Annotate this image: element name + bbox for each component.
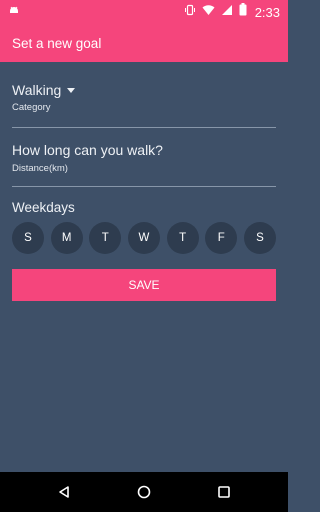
distance-field: How long can you walk? Distance(km) — [12, 142, 276, 174]
category-field: Walking Category — [12, 82, 276, 113]
page-title: Set a new goal — [12, 35, 102, 51]
navigation-bar — [0, 472, 288, 512]
weekday-selector: S M T W T F S — [12, 222, 276, 254]
save-button[interactable]: SAVE — [12, 269, 276, 301]
app-bar: Set a new goal — [0, 24, 288, 62]
vibrate-icon — [184, 3, 196, 21]
battery-icon — [239, 3, 247, 21]
status-time: 2:33 — [254, 4, 280, 20]
weekdays-title: Weekdays — [12, 200, 75, 215]
day-thursday[interactable]: T — [166, 222, 199, 254]
day-monday[interactable]: M — [50, 222, 83, 254]
back-icon[interactable] — [54, 482, 74, 502]
distance-input[interactable]: How long can you walk? — [12, 142, 276, 158]
category-divider — [12, 127, 276, 128]
home-icon[interactable] — [134, 482, 154, 502]
recents-icon[interactable] — [214, 482, 234, 502]
distance-label: Distance(km) — [12, 163, 68, 174]
status-icons: 2:33 — [184, 3, 280, 21]
day-friday[interactable]: F — [205, 222, 238, 254]
android-notification-icon — [8, 3, 20, 21]
category-label: Category — [12, 102, 51, 113]
category-dropdown[interactable]: Walking — [12, 82, 276, 98]
cell-signal-icon — [221, 3, 233, 21]
day-saturday[interactable]: S — [243, 222, 276, 254]
day-wednesday[interactable]: W — [127, 222, 160, 254]
status-bar: 2:33 — [0, 0, 288, 24]
day-tuesday[interactable]: T — [89, 222, 122, 254]
distance-divider — [12, 186, 276, 187]
day-sunday[interactable]: S — [12, 222, 44, 254]
wifi-icon — [202, 3, 215, 21]
category-value: Walking — [12, 82, 62, 98]
dropdown-arrow-icon — [67, 88, 76, 93]
